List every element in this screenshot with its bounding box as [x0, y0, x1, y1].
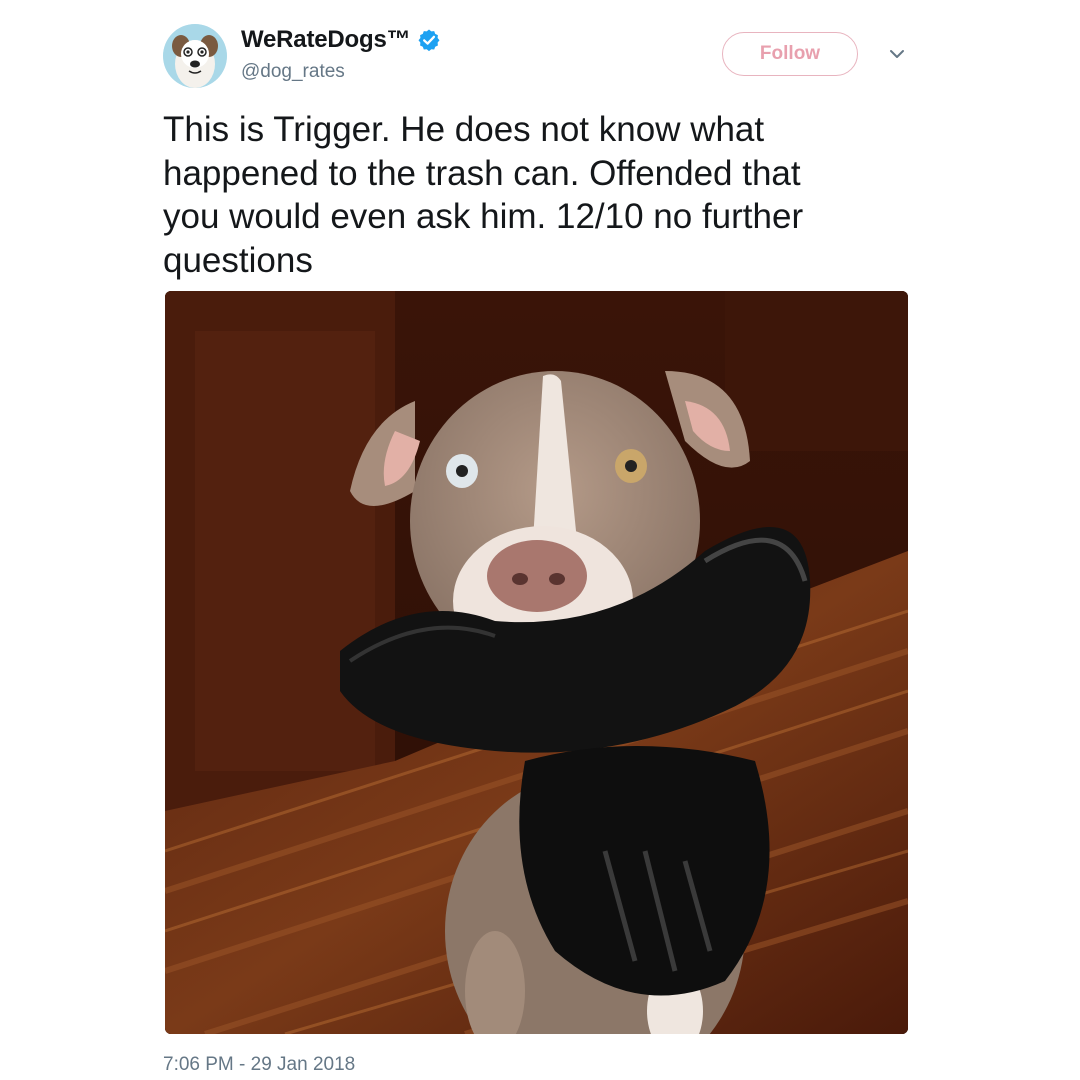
- display-name[interactable]: WeRateDogs™: [241, 26, 411, 54]
- tweet-photo[interactable]: [165, 291, 908, 1034]
- account-handle[interactable]: @dog_rates: [241, 61, 345, 83]
- tweet-card: WeRateDogs™ @dog_rates Follow This is Tr…: [0, 0, 1080, 1080]
- chevron-down-icon[interactable]: [886, 46, 908, 62]
- tweet-timestamp[interactable]: 7:06 PM - 29 Jan 2018: [163, 1054, 355, 1076]
- photo-dog-with-trash-can-icon: [165, 291, 908, 1034]
- verified-badge-icon: [417, 28, 441, 52]
- account-name-row[interactable]: WeRateDogs™: [241, 26, 441, 54]
- dog-avatar-icon: [163, 24, 227, 88]
- avatar[interactable]: [163, 24, 227, 88]
- tweet-text: This is Trigger. He does not know what h…: [163, 110, 804, 280]
- follow-button[interactable]: Follow: [722, 32, 858, 76]
